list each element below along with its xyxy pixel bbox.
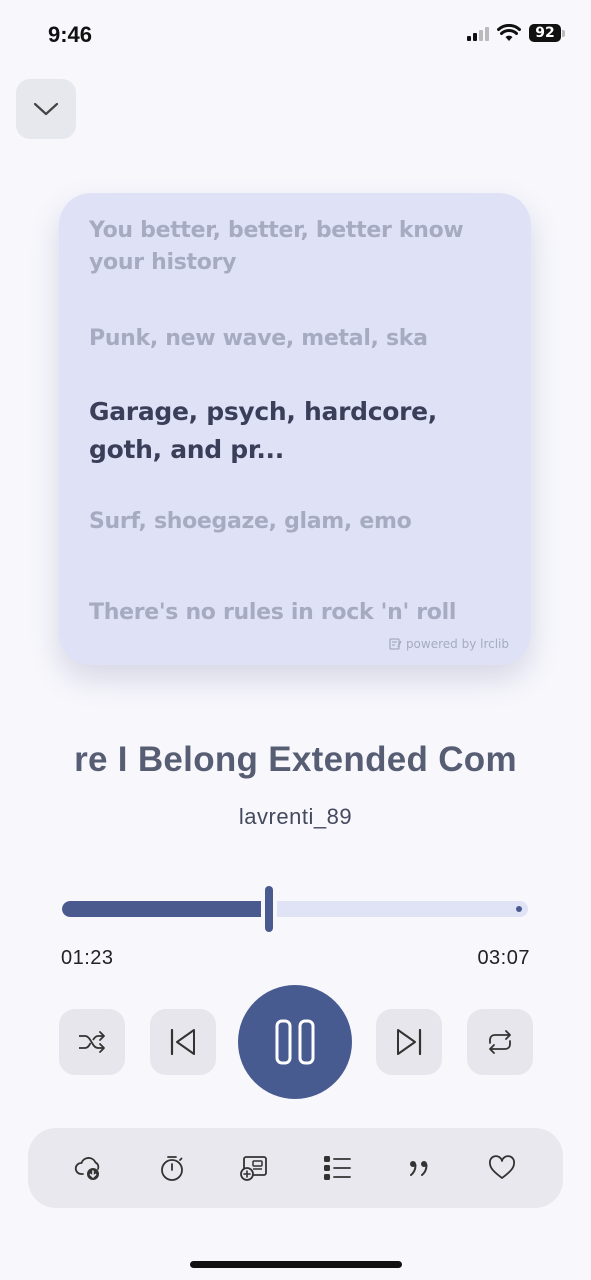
pause-button[interactable] bbox=[238, 985, 352, 1099]
song-artist[interactable]: lavrenti_89 bbox=[0, 804, 591, 830]
add-to-playlist-button[interactable] bbox=[230, 1144, 278, 1192]
progress-fill bbox=[62, 901, 270, 917]
sleep-timer-button[interactable] bbox=[148, 1144, 196, 1192]
battery-level: 92 bbox=[529, 24, 561, 42]
add-to-playlist-icon bbox=[240, 1156, 268, 1181]
lyrics-source-icon bbox=[389, 638, 402, 650]
player-toolbar bbox=[28, 1128, 563, 1208]
queue-button[interactable] bbox=[313, 1144, 361, 1192]
download-button[interactable] bbox=[65, 1144, 113, 1192]
wifi-icon bbox=[497, 24, 521, 41]
status-indicators: 92 bbox=[467, 24, 565, 42]
lyrics-attribution: powered by lrclib bbox=[389, 637, 509, 651]
progress-thumb[interactable] bbox=[265, 886, 274, 932]
timer-icon bbox=[160, 1156, 183, 1181]
lyrics-card[interactable]: You better, better, better know your his… bbox=[59, 193, 531, 665]
heart-icon bbox=[488, 1155, 515, 1179]
cellular-signal-icon bbox=[467, 25, 489, 41]
shuffle-icon bbox=[79, 1031, 105, 1053]
collapse-player-button[interactable] bbox=[16, 79, 76, 139]
progress-slider[interactable] bbox=[62, 901, 528, 917]
powered-by-label: powered by lrclib bbox=[405, 637, 509, 651]
pause-icon bbox=[275, 1019, 315, 1065]
progress-end-dot bbox=[516, 906, 522, 912]
next-button[interactable] bbox=[376, 1009, 442, 1075]
previous-button[interactable] bbox=[150, 1009, 216, 1075]
repeat-button[interactable] bbox=[467, 1009, 533, 1075]
total-duration: 03:07 bbox=[477, 947, 530, 969]
lyrics-button[interactable] bbox=[395, 1144, 443, 1192]
lyric-line[interactable]: Punk, new wave, metal, ska bbox=[89, 323, 507, 355]
chevron-down-icon bbox=[33, 102, 59, 116]
status-time: 9:46 bbox=[48, 22, 93, 47]
lyrics-quote-icon bbox=[410, 1161, 428, 1176]
battery-icon: 92 bbox=[529, 24, 565, 42]
skip-next-icon bbox=[397, 1028, 422, 1056]
lyric-line[interactable]: Surf, shoegaze, glam, emo bbox=[89, 506, 507, 538]
home-indicator[interactable] bbox=[190, 1261, 402, 1268]
cloud-download-icon bbox=[75, 1157, 100, 1180]
queue-list-icon bbox=[323, 1156, 351, 1180]
song-title: re I Belong Extended Com bbox=[74, 740, 517, 779]
repeat-icon bbox=[489, 1030, 511, 1054]
lyric-line[interactable]: You better, better, better know your his… bbox=[89, 215, 507, 279]
skip-previous-icon bbox=[170, 1028, 195, 1056]
elapsed-time: 01:23 bbox=[61, 947, 114, 969]
shuffle-button[interactable] bbox=[59, 1009, 125, 1075]
lyric-line-active[interactable]: Garage, psych, hardcore, goth, and pr... bbox=[89, 393, 507, 469]
like-button[interactable] bbox=[478, 1144, 526, 1192]
lyric-line[interactable]: There's no rules in rock 'n' roll bbox=[89, 597, 507, 629]
